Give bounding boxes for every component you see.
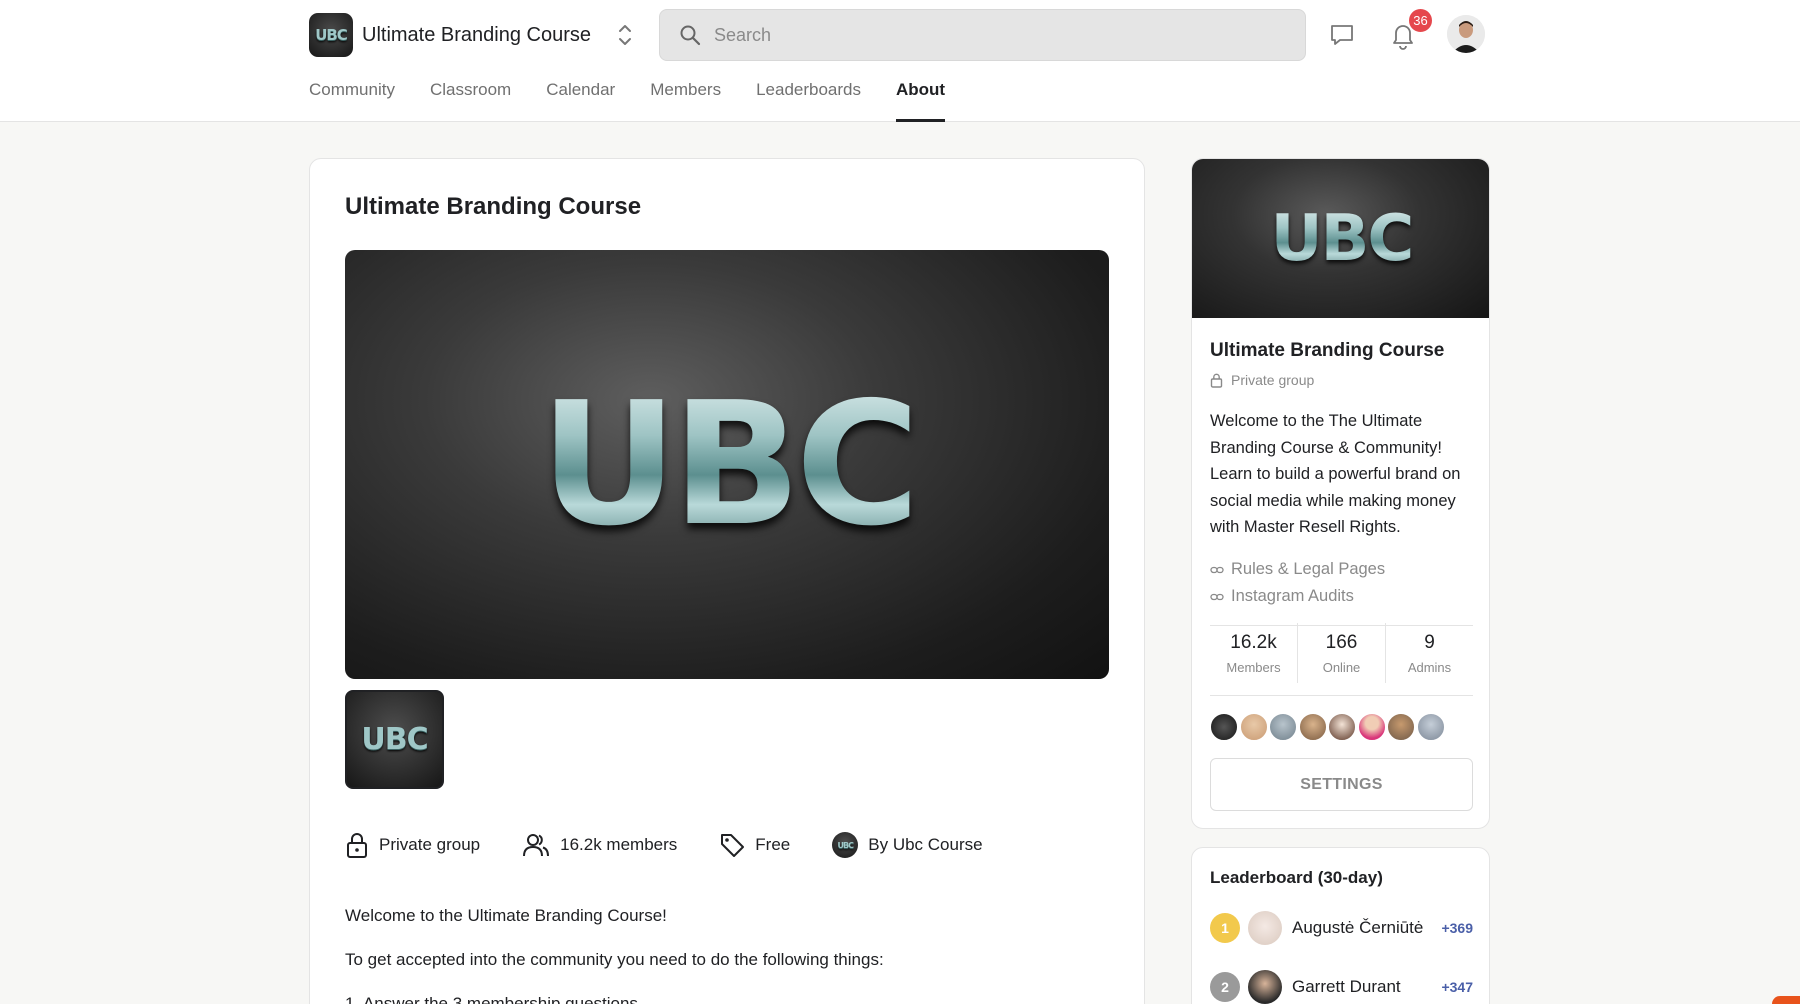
group-description: Welcome to the Ultimate Branding Course!… bbox=[345, 904, 1105, 1004]
group-logo-text: UBC bbox=[315, 26, 348, 44]
group-switcher[interactable]: UBC Ultimate Branding Course bbox=[309, 12, 633, 58]
owner-avatar-text: UBC bbox=[837, 840, 855, 850]
about-card: Ultimate Branding Course UBC UBC Private… bbox=[309, 158, 1145, 1004]
member-avatar[interactable] bbox=[1269, 713, 1297, 741]
member-avatar[interactable] bbox=[1328, 713, 1356, 741]
lock-icon bbox=[347, 833, 367, 858]
top-navigation-bar: UBC Ultimate Branding Course 36 Communit… bbox=[0, 0, 1800, 122]
stat-admins[interactable]: 9 Admins bbox=[1386, 623, 1473, 683]
description-paragraph: 1. Answer the 3 membership questions bbox=[345, 994, 638, 1004]
tag-icon bbox=[721, 834, 745, 857]
stat-members[interactable]: 16.2k Members bbox=[1210, 623, 1298, 683]
link-instagram-audits-label[interactable]: Instagram Audits bbox=[1231, 587, 1354, 606]
group-info-card: UBC Ultimate Branding Course Private gro… bbox=[1191, 158, 1490, 829]
thumbnail-logo-text: UBC bbox=[361, 722, 428, 757]
member-avatars bbox=[1210, 713, 1446, 741]
sidebar-links: Rules & Legal Pages Instagram Audits bbox=[1210, 556, 1385, 610]
meta-price: Free bbox=[719, 832, 790, 858]
sidebar-privacy: Private group bbox=[1210, 372, 1314, 388]
description-paragraph: Welcome to the Ultimate Branding Course! bbox=[345, 906, 667, 925]
leaderboard-points: +347 bbox=[1441, 979, 1473, 995]
tab-classroom[interactable]: Classroom bbox=[430, 80, 511, 122]
link-instagram-audits[interactable]: Instagram Audits bbox=[1210, 583, 1385, 610]
tab-community[interactable]: Community bbox=[309, 80, 395, 122]
member-avatar[interactable] bbox=[1416, 713, 1445, 741]
group-name[interactable]: Ultimate Branding Course bbox=[362, 24, 591, 47]
meta-owner-label[interactable]: By Ubc Course bbox=[868, 835, 982, 855]
leaderboard-card: Leaderboard (30-day) 1 Augustė Černiūtė … bbox=[1191, 847, 1490, 1004]
notification-badge: 36 bbox=[1407, 7, 1434, 34]
member-avatar[interactable] bbox=[1298, 713, 1327, 741]
group-logo[interactable]: UBC bbox=[309, 13, 353, 57]
user-avatar[interactable] bbox=[1447, 15, 1485, 53]
sidebar-cover-logo-text: UBC bbox=[1270, 201, 1415, 276]
tab-about[interactable]: About bbox=[896, 80, 946, 122]
page-title: Ultimate Branding Course bbox=[345, 193, 642, 220]
stat-online-label: Online bbox=[1322, 659, 1361, 675]
leaderboard-avatar[interactable] bbox=[1248, 970, 1282, 1004]
sidebar-description: Welcome to the The Ultimate Branding Cou… bbox=[1210, 412, 1461, 536]
stat-members-label: Members bbox=[1226, 659, 1281, 675]
member-avatar[interactable] bbox=[1387, 713, 1415, 741]
leaderboard-name[interactable]: Garrett Durant bbox=[1292, 977, 1441, 997]
tab-bar: Community Classroom Calendar Members Lea… bbox=[309, 80, 980, 122]
owner-avatar[interactable]: UBC bbox=[832, 832, 859, 858]
meta-price-label: Free bbox=[755, 835, 791, 854]
member-avatar[interactable] bbox=[1357, 713, 1386, 741]
group-stats: 16.2k Members 166 Online 9 Admins bbox=[1210, 623, 1473, 683]
link-icon bbox=[1210, 593, 1224, 600]
media-thumbnail[interactable]: UBC bbox=[345, 690, 444, 789]
stat-admins-label: Admins bbox=[1407, 659, 1452, 675]
meta-members-label: 16.2k members bbox=[560, 835, 678, 854]
lock-icon bbox=[1210, 373, 1223, 388]
member-avatar[interactable] bbox=[1239, 713, 1268, 741]
rank-badge-gold: 1 bbox=[1210, 913, 1240, 943]
link-rules-legal[interactable]: Rules & Legal Pages bbox=[1210, 556, 1385, 583]
window-corner-accent bbox=[1772, 996, 1800, 1004]
link-icon bbox=[1210, 566, 1224, 573]
leaderboard-title: Leaderboard (30-day) bbox=[1210, 868, 1383, 887]
description-paragraph: To get accepted into the community you n… bbox=[345, 950, 884, 969]
meta-members: 16.2k members bbox=[522, 832, 677, 858]
rank-badge-silver: 2 bbox=[1210, 972, 1240, 1002]
tab-members[interactable]: Members bbox=[650, 80, 721, 122]
sidebar-cover-image: UBC bbox=[1192, 159, 1489, 318]
leaderboard-name[interactable]: Augustė Černiūtė bbox=[1292, 918, 1441, 938]
leaderboard-points: +369 bbox=[1441, 920, 1473, 936]
divider bbox=[1210, 695, 1473, 696]
meta-privacy-label: Private group bbox=[379, 835, 481, 854]
stat-online[interactable]: 166 Online bbox=[1298, 623, 1386, 683]
meta-owner[interactable]: UBC By Ubc Course bbox=[832, 832, 983, 858]
sidebar-group-title: Ultimate Branding Course bbox=[1210, 340, 1445, 361]
meta-privacy: Private group bbox=[345, 831, 480, 859]
stat-members-value: 16.2k bbox=[1230, 631, 1277, 653]
stat-online-value: 166 bbox=[1325, 631, 1358, 653]
link-rules-legal-label[interactable]: Rules & Legal Pages bbox=[1231, 560, 1385, 579]
search-bar[interactable] bbox=[659, 9, 1306, 61]
tab-leaderboards[interactable]: Leaderboards bbox=[756, 80, 861, 122]
sidebar-privacy-label: Private group bbox=[1231, 372, 1315, 388]
member-avatar[interactable] bbox=[1210, 713, 1238, 741]
search-icon bbox=[680, 25, 701, 46]
chevron-up-down-icon[interactable] bbox=[617, 22, 633, 48]
cover-image[interactable]: UBC bbox=[345, 250, 1109, 679]
users-icon bbox=[523, 834, 550, 857]
chat-icon[interactable] bbox=[1326, 19, 1358, 51]
tab-calendar[interactable]: Calendar bbox=[546, 80, 615, 122]
stat-admins-value: 9 bbox=[1424, 631, 1435, 653]
cover-logo-text: UBC bbox=[539, 365, 920, 564]
search-input[interactable] bbox=[714, 24, 1274, 46]
leaderboard-row[interactable]: 1 Augustė Černiūtė +369 bbox=[1210, 909, 1473, 947]
settings-button[interactable]: SETTINGS bbox=[1210, 758, 1473, 811]
group-meta-row: Private group 16.2k members Free UBC By … bbox=[345, 830, 1025, 860]
leaderboard-row[interactable]: 2 Garrett Durant +347 bbox=[1210, 968, 1473, 1004]
leaderboard-avatar[interactable] bbox=[1248, 911, 1282, 945]
